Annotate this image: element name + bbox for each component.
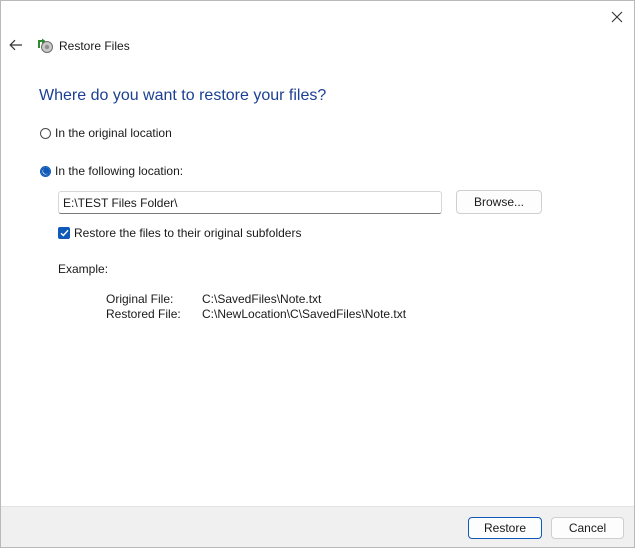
close-icon: [611, 11, 623, 23]
browse-button[interactable]: Browse...: [456, 190, 542, 214]
option-original-location[interactable]: In the original location: [40, 126, 172, 140]
example-original-key: Original File:: [106, 292, 174, 306]
back-arrow-icon: [9, 39, 22, 51]
restore-files-icon: [38, 38, 53, 53]
option-following-location-label: In the following location:: [55, 164, 184, 178]
dialog-footer: Restore Cancel: [1, 506, 634, 547]
restore-subfolders-option[interactable]: Restore the files to their original subf…: [58, 226, 301, 240]
option-original-location-label: In the original location: [55, 126, 172, 140]
example-restored-key: Restored File:: [106, 307, 181, 321]
radio-following-location[interactable]: [40, 165, 51, 177]
close-button[interactable]: [603, 5, 631, 29]
example-restored-value: C:\NewLocation\C\SavedFiles\Note.txt: [202, 307, 407, 321]
radio-original-location[interactable]: [40, 127, 51, 139]
cancel-button[interactable]: Cancel: [551, 517, 624, 539]
restore-subfolders-label: Restore the files to their original subf…: [74, 226, 302, 240]
location-path-input[interactable]: [58, 191, 442, 214]
example-original-value: C:\SavedFiles\Note.txt: [202, 292, 322, 306]
option-following-location[interactable]: In the following location:: [40, 164, 183, 178]
page-heading: Where do you want to restore your files?: [39, 87, 327, 104]
checkmark-icon: [60, 229, 69, 237]
restore-files-window: Restore Files Where do you want to resto…: [0, 0, 635, 548]
window-title: Restore Files: [59, 39, 130, 53]
restore-button[interactable]: Restore: [468, 517, 542, 539]
example-label: Example:: [58, 262, 109, 276]
back-button[interactable]: [6, 35, 26, 55]
restore-subfolders-checkbox[interactable]: [58, 227, 70, 239]
